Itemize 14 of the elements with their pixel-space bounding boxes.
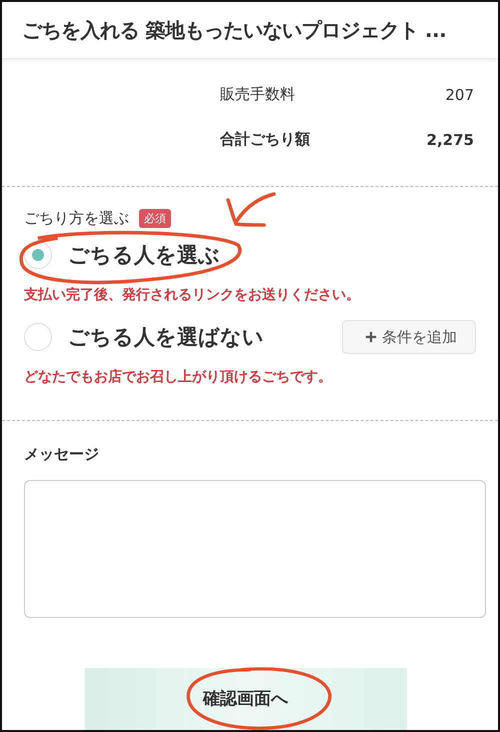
add-condition-button[interactable]: 条件を追加	[342, 320, 476, 354]
option-note: どなたでもお店でお召し上がり頂けるごちです。	[24, 368, 333, 386]
option-note: 支払い完了後、発行されるリンクをお送りください。	[24, 286, 361, 304]
summary-label: 販売手数料	[220, 85, 295, 104]
summary-label: 合計ごちり額	[220, 130, 310, 149]
section-label: ごちり方を選ぶ	[24, 209, 129, 228]
page-title: ごちを入れる 築地もったいないプロジェクト ...	[22, 16, 446, 44]
confirm-button[interactable]: 確認画面へ	[84, 668, 406, 730]
message-label: メッセージ	[24, 445, 100, 464]
summary-value: 207	[445, 86, 474, 104]
summary-value: 2,275	[426, 130, 474, 148]
option-label[interactable]: ごちる人を選ぶ	[68, 241, 220, 269]
required-badge: 必須	[139, 209, 171, 228]
option-label[interactable]: ごちる人を選ばない	[68, 323, 264, 351]
